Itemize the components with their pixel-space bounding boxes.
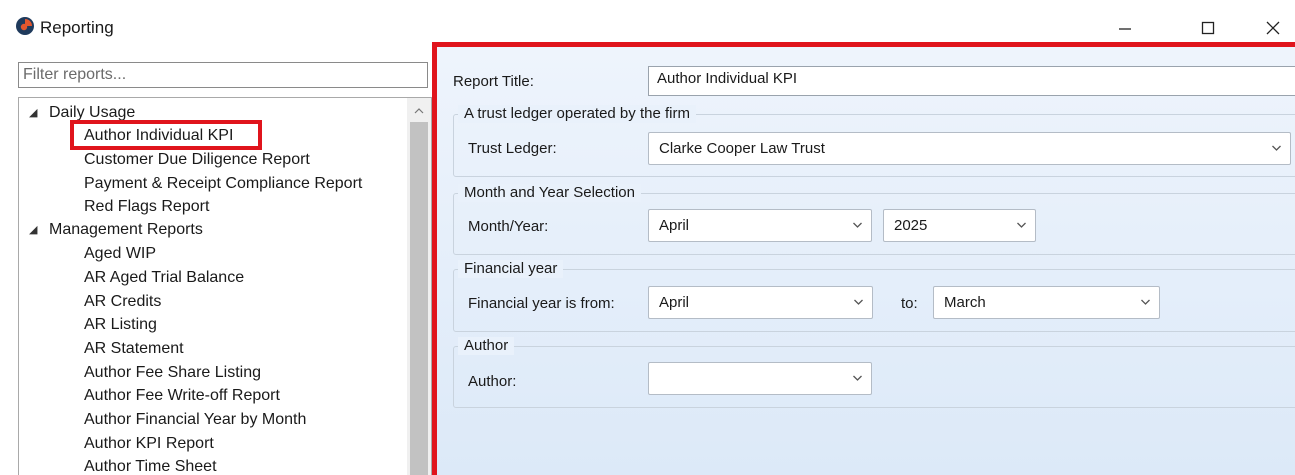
month-year-group-title: Month and Year Selection [458, 184, 641, 202]
expand-arrow-icon[interactable]: ◢ [29, 103, 37, 123]
trust-ledger-group-title: A trust ledger operated by the firm [458, 105, 696, 123]
chevron-down-icon [1141, 299, 1150, 305]
trust-ledger-dropdown[interactable]: Clarke Cooper Law Trust [648, 132, 1291, 165]
app-logo-icon [16, 17, 34, 35]
tree-item[interactable]: AR Aged Trial Balance [84, 268, 244, 288]
tree-item[interactable]: Customer Due Diligence Report [84, 150, 310, 170]
trust-ledger-value: Clarke Cooper Law Trust [659, 140, 825, 157]
author-group-title: Author [458, 337, 515, 355]
maximize-icon [1201, 21, 1215, 35]
financial-year-label: Financial year is from: [468, 295, 615, 312]
tree-item[interactable]: AR Listing [84, 315, 157, 335]
window-title: Reporting [40, 18, 114, 37]
year-value: 2025 [894, 217, 928, 234]
financial-year-to-dropdown[interactable]: March [933, 286, 1160, 319]
minimize-button[interactable] [1103, 10, 1147, 46]
financial-year-to-value: March [944, 294, 986, 311]
chevron-down-icon [1017, 222, 1026, 228]
author-label: Author: [468, 373, 517, 390]
tree-item[interactable]: Author Financial Year by Month [84, 410, 306, 430]
close-icon [1266, 21, 1280, 35]
trust-ledger-label: Trust Ledger: [468, 140, 557, 157]
filter-reports-input[interactable] [18, 62, 428, 88]
reports-tree[interactable]: ◢ Daily Usage Author Individual KPI Cust… [18, 97, 432, 475]
chevron-down-icon [1272, 145, 1281, 151]
report-title-input[interactable]: Author Individual KPI [648, 66, 1295, 96]
expand-arrow-icon[interactable]: ◢ [29, 220, 37, 240]
report-title-label: Report Title: [453, 73, 534, 90]
tree-item[interactable]: Author KPI Report [84, 434, 214, 454]
tree-item[interactable]: Author Time Sheet [84, 457, 217, 475]
author-dropdown[interactable] [648, 362, 872, 395]
financial-year-group-title: Financial year [458, 260, 564, 278]
tree-item[interactable]: Author Fee Share Listing [84, 363, 261, 383]
chevron-up-icon [414, 107, 424, 113]
year-dropdown[interactable]: 2025 [883, 209, 1036, 242]
close-button[interactable] [1251, 10, 1295, 46]
report-parameters-panel: Report Title: Author Individual KPI A tr… [432, 42, 1295, 475]
month-value: April [659, 217, 690, 234]
month-year-label: Month/Year: [468, 218, 549, 235]
month-year-group [453, 193, 1295, 255]
tree-item[interactable]: Red Flags Report [84, 197, 209, 217]
scroll-up-button[interactable] [407, 100, 431, 120]
selected-item-highlight [70, 120, 262, 150]
chevron-down-icon [853, 375, 862, 381]
tree-item[interactable]: Payment & Receipt Compliance Report [84, 174, 362, 194]
tree-item[interactable]: AR Credits [84, 292, 161, 312]
tree-item[interactable]: AR Statement [84, 339, 184, 359]
chevron-down-icon [853, 222, 862, 228]
financial-year-to-label: to: [901, 295, 918, 312]
tree-item[interactable]: Aged WIP [84, 244, 156, 264]
tree-scrollbar[interactable] [407, 98, 431, 475]
financial-year-from-value: April [659, 294, 690, 311]
tree-item[interactable]: Author Fee Write-off Report [84, 386, 280, 406]
scroll-thumb[interactable] [410, 122, 428, 475]
chevron-down-icon [854, 299, 863, 305]
minimize-icon [1119, 28, 1131, 30]
author-group [453, 346, 1295, 408]
tree-group-management-reports[interactable]: Management Reports [49, 220, 203, 240]
month-dropdown[interactable]: April [648, 209, 872, 242]
financial-year-from-dropdown[interactable]: April [648, 286, 873, 319]
maximize-button[interactable] [1186, 10, 1230, 46]
